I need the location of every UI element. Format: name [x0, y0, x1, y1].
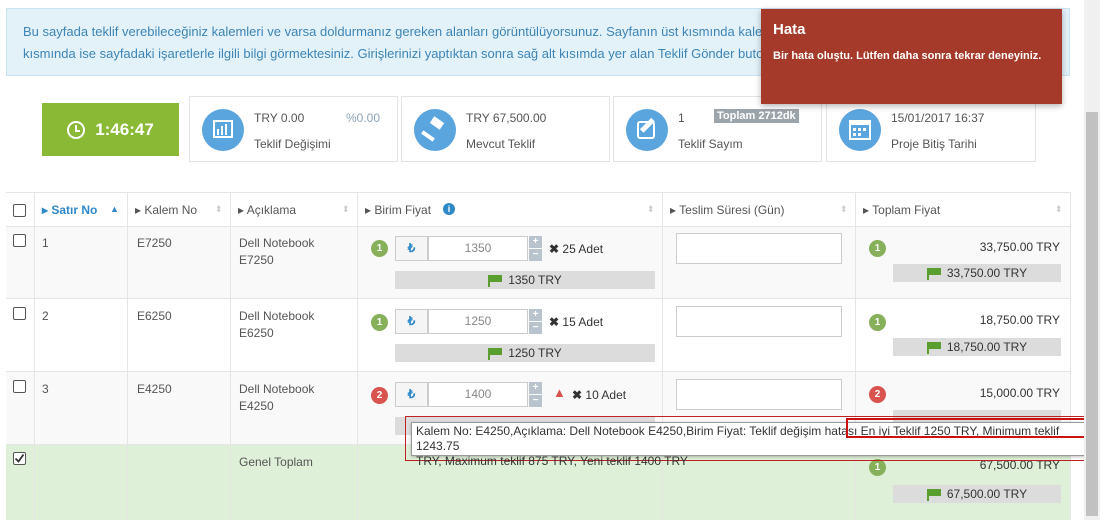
rank-badge: 2	[371, 387, 388, 404]
best-total-bar: 67,500.00 TRY	[893, 485, 1061, 503]
delivery-days-input[interactable]	[676, 233, 842, 264]
quantity-label: ✖ 10 Adet	[572, 388, 627, 402]
row-number: 2	[42, 309, 49, 323]
stat-proje-bitis: 15/01/2017 16:37 Proje Bitiş Tarihi	[826, 96, 1036, 162]
stat-teklif-degisimi: TRY 0.00 %0.00 Teklif Değişimi	[189, 96, 398, 162]
rank-badge: 1	[371, 314, 388, 331]
unit-price-input[interactable]: 1350	[428, 236, 528, 261]
select-all-checkbox[interactable]	[13, 204, 26, 217]
lira-icon: ₺	[395, 236, 428, 261]
stat-label: Proje Bitiş Tarihi	[891, 137, 977, 151]
total-minutes-badge: Toplam 2712dk	[714, 109, 799, 123]
unit-price-input[interactable]: 1250	[428, 309, 528, 334]
toast-message: Bir hata oluştu. Lütfen daha sonra tekra…	[773, 50, 1042, 62]
column-header-toplam-fiyat[interactable]: ▸ Toplam Fiyat	[863, 203, 940, 217]
grand-total-label: Genel Toplam	[239, 455, 313, 469]
item-description: Dell Notebook E7250	[239, 236, 315, 267]
decrement-button[interactable]: −	[529, 395, 542, 407]
flag-icon	[926, 267, 941, 280]
row-total: 18,750.00 TRY	[979, 313, 1060, 327]
sort-icon[interactable]: ⬍	[840, 204, 848, 215]
chart-icon	[202, 109, 244, 151]
vertical-scrollbar[interactable]	[1084, 0, 1100, 520]
best-total-bar: 33,750.00 TRY	[893, 264, 1061, 282]
flag-icon	[488, 274, 503, 287]
column-header-aciklama[interactable]: ▸ Açıklama	[238, 203, 296, 217]
row-number: 3	[42, 382, 49, 396]
stat-value: TRY 67,500.00	[466, 111, 547, 125]
stat-label: Teklif Sayım	[678, 137, 743, 151]
stat-value: TRY 0.00	[254, 111, 305, 125]
increment-button[interactable]: +	[529, 309, 542, 321]
best-price-bar: 1350 TRY	[395, 271, 655, 289]
tooltip-text: TRY, Maximum teklif 875 TRY, Yeni teklif…	[416, 454, 688, 468]
sort-icon[interactable]: ⬍	[215, 204, 223, 215]
decrement-button[interactable]: −	[529, 322, 542, 334]
rank-badge: 2	[869, 386, 886, 403]
item-code: E6250	[137, 309, 172, 323]
countdown-timer: 1:46:47	[42, 103, 179, 156]
rank-badge: 1	[869, 459, 886, 476]
sort-icon[interactable]: ⬍	[342, 204, 350, 215]
increment-button[interactable]: +	[529, 236, 542, 248]
column-header-birim-fiyat[interactable]: ▸ Birim Fiyat	[365, 203, 431, 217]
column-header-kalem-no[interactable]: ▸ Kalem No	[135, 203, 197, 217]
calendar-icon	[839, 109, 881, 151]
lira-icon: ₺	[395, 382, 428, 407]
row-total: 33,750.00 TRY	[979, 240, 1060, 254]
tooltip-text: Kalem No: E4250,Açıklama: Dell Notebook …	[416, 424, 858, 438]
page: Bu sayfada teklif verebileceğiniz kaleml…	[0, 0, 1100, 520]
increment-button[interactable]: +	[529, 382, 542, 394]
stat-percent: %0.00	[346, 111, 381, 125]
row-total: 15,000.00 TRY	[979, 386, 1060, 400]
item-code: E7250	[137, 236, 172, 250]
rank-badge: 1	[371, 240, 388, 257]
stat-label: Mevcut Teklif	[466, 137, 536, 151]
stat-label: Teklif Değişimi	[254, 137, 331, 151]
flag-icon	[926, 488, 941, 501]
item-description: Dell Notebook E4250	[239, 382, 315, 413]
flag-icon	[488, 347, 503, 360]
best-total-bar: 18,750.00 TRY	[893, 338, 1061, 356]
best-price-bar: 1250 TRY	[395, 344, 655, 362]
column-header-satir-no[interactable]: ▸ Satır No	[42, 203, 97, 217]
warning-icon[interactable]: ▲	[553, 385, 566, 400]
row-number: 1	[42, 236, 49, 250]
sort-icon[interactable]: ⬍	[1055, 204, 1063, 215]
tooltip-highlight-box	[846, 418, 1099, 438]
rank-badge: 1	[869, 240, 886, 257]
stat-teklif-sayim: 1 Toplam 2712dk Teklif Sayım	[613, 96, 822, 162]
edit-icon	[626, 109, 668, 151]
rank-badge: 1	[869, 314, 886, 331]
decrement-button[interactable]: −	[529, 249, 542, 261]
error-toast[interactable]: Hata Bir hata oluştu. Lütfen daha sonra …	[761, 9, 1062, 104]
row-checkbox[interactable]	[13, 307, 26, 320]
toast-title: Hata	[773, 21, 806, 38]
row-checkbox[interactable]	[13, 234, 26, 247]
item-description: Dell Notebook E6250	[239, 309, 315, 340]
row-checkbox[interactable]	[13, 380, 26, 393]
sort-icon[interactable]: ⬍	[647, 204, 655, 215]
gavel-icon	[414, 109, 456, 151]
stat-mevcut-teklif: TRY 67,500.00 Mevcut Teklif	[401, 96, 610, 162]
clock-icon	[67, 120, 86, 139]
column-header-teslim-suresi[interactable]: ▸ Teslim Süresi (Gün)	[670, 203, 785, 217]
item-code: E4250	[137, 382, 172, 396]
stat-value: 15/01/2017 16:37	[891, 111, 985, 125]
delivery-days-input[interactable]	[676, 306, 842, 337]
footer-checkbox[interactable]	[13, 452, 26, 465]
scrollbar-thumb[interactable]	[1086, 112, 1098, 516]
info-icon[interactable]: i	[443, 203, 455, 215]
stat-value: 1	[678, 111, 685, 125]
quantity-label: ✖ 15 Adet	[549, 315, 604, 329]
unit-price-input[interactable]: 1400	[428, 382, 528, 407]
quantity-label: ✖ 25 Adet	[549, 242, 604, 256]
flag-icon	[926, 341, 941, 354]
delivery-days-input[interactable]	[676, 379, 842, 410]
timer-value: 1:46:47	[95, 119, 154, 139]
lira-icon: ₺	[395, 309, 428, 334]
sort-asc-icon[interactable]: ▲	[110, 204, 119, 214]
